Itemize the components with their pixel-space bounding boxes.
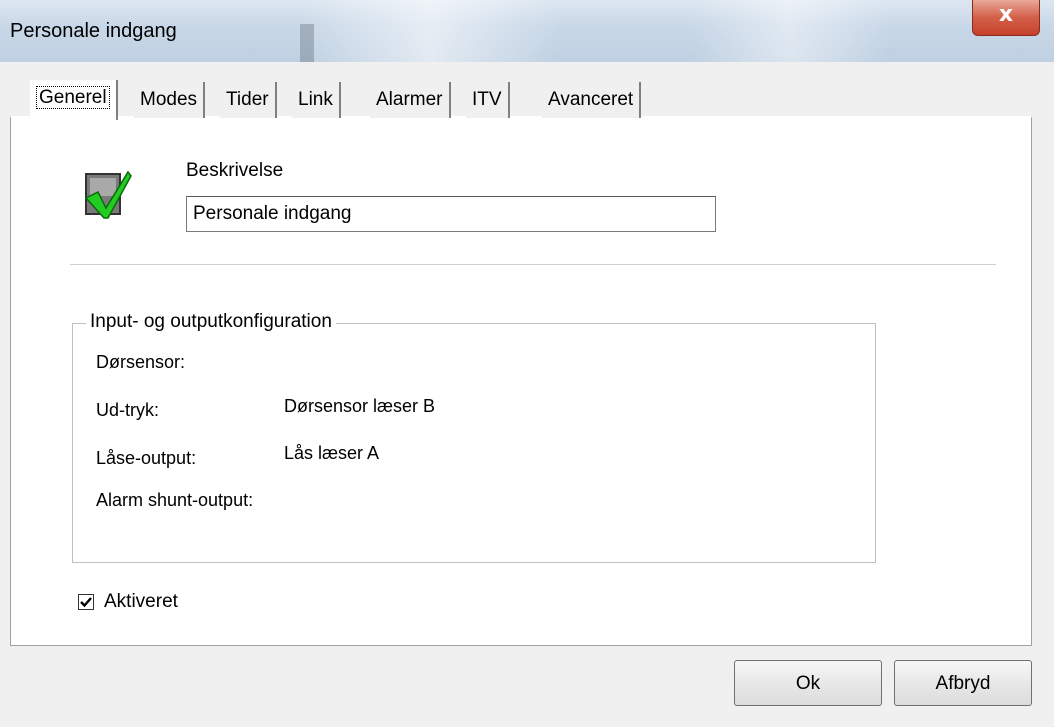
tab-tider[interactable]: Tider [220, 82, 277, 118]
title-bar[interactable]: Personale indgang x [0, 0, 1054, 62]
dialog-window: Personale indgang x Generel Modes Tider … [0, 0, 1054, 727]
titlebar-glass-shadow [300, 24, 314, 62]
enabled-checkbox-label[interactable]: Aktiveret [104, 591, 178, 613]
cancel-button[interactable]: Afbryd [894, 660, 1032, 706]
tab-link[interactable]: Link [292, 82, 341, 118]
tab-generel[interactable]: Generel [30, 80, 118, 120]
description-input[interactable] [186, 196, 716, 232]
tab-modes[interactable]: Modes [134, 82, 206, 118]
close-icon: x [998, 2, 1014, 27]
tab-label: Generel [36, 86, 110, 109]
tab-itv[interactable]: ITV [466, 82, 510, 118]
tab-alarmer[interactable]: Alarmer [370, 82, 451, 118]
tab-label: Alarmer [376, 89, 443, 110]
alarm-shunt-output-label: Alarm shunt-output: [96, 490, 254, 510]
titlebar-glass-highlight [300, 0, 560, 62]
window-title: Personale indgang [10, 20, 177, 42]
exit-push-value: Dørsensor læser B [284, 396, 436, 416]
checkmark-icon [80, 597, 92, 608]
io-config-group-title: Input- og outputkonfiguration [86, 311, 336, 333]
ok-button[interactable]: Ok [734, 660, 882, 706]
tab-label: Link [298, 89, 333, 110]
door-enabled-check-icon [82, 168, 132, 219]
tab-label: ITV [472, 89, 502, 110]
close-button[interactable]: x [972, 0, 1040, 36]
tab-label: Avanceret [548, 89, 634, 110]
tab-label: Tider [226, 89, 269, 110]
separator [70, 264, 996, 266]
exit-push-label: Ud-tryk: [96, 400, 159, 420]
titlebar-glass-highlight [690, 0, 890, 62]
io-config-groupbox [72, 323, 876, 563]
tab-label: Modes [140, 89, 198, 110]
lock-output-label: Låse-output: [96, 448, 197, 468]
door-sensor-label: Dørsensor: [96, 352, 186, 372]
tab-avanceret[interactable]: Avanceret [542, 82, 642, 118]
description-label: Beskrivelse [186, 160, 284, 181]
lock-output-value: Lås læser A [284, 443, 380, 463]
enabled-checkbox[interactable] [78, 594, 94, 610]
